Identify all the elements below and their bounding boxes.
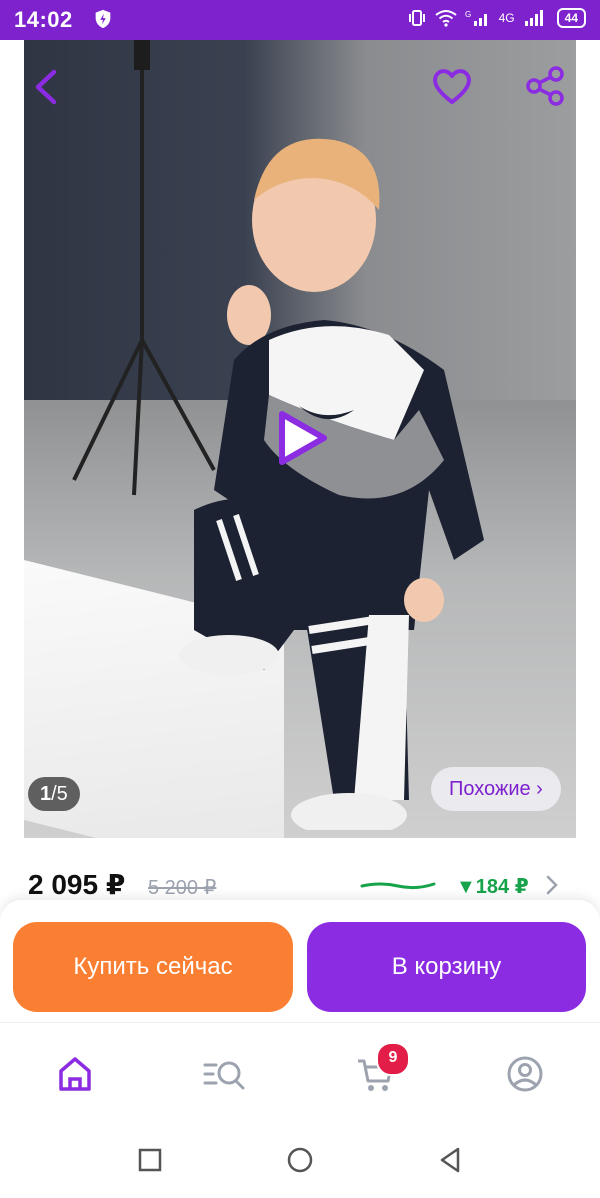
image-counter: 1/5	[28, 777, 80, 811]
vibrate-icon	[408, 10, 425, 26]
similar-button[interactable]: Похожие ›	[431, 767, 561, 811]
wifi-icon	[435, 10, 457, 27]
back-arrow-icon[interactable]	[30, 68, 64, 106]
buy-now-button[interactable]: Купить сейчас	[13, 922, 293, 1012]
back-triangle-icon[interactable]	[434, 1144, 466, 1176]
status-indicators: G 4G 44	[407, 8, 586, 28]
svg-text:G: G	[465, 10, 471, 19]
play-icon[interactable]	[274, 408, 330, 468]
recent-apps-icon[interactable]	[134, 1144, 166, 1176]
status-bar: 14:02 G 4G 44	[0, 0, 600, 40]
battery-icon: 44	[556, 8, 586, 28]
home-circle-icon[interactable]	[284, 1144, 316, 1176]
home-icon[interactable]	[50, 1051, 100, 1097]
image-counter-current: 1	[40, 783, 52, 805]
action-panel: Купить сейчас В корзину	[0, 900, 600, 1022]
product-image[interactable]: 1/5 Похожие ›	[24, 40, 576, 838]
status-time: 14:02	[14, 7, 73, 32]
signal-icon-2	[524, 10, 543, 26]
catalog-search-icon[interactable]	[200, 1051, 250, 1097]
old-price: 5 200 ₽	[148, 877, 217, 899]
image-counter-total: /5	[51, 783, 68, 805]
shield-icon	[95, 9, 111, 29]
price-drop: ▼184 ₽	[456, 876, 529, 898]
share-icon[interactable]	[524, 66, 568, 106]
profile-icon[interactable]	[500, 1051, 550, 1097]
network-type: 4G	[498, 11, 515, 25]
bottom-nav	[0, 1022, 600, 1123]
add-to-cart-button[interactable]: В корзину	[307, 922, 586, 1012]
heart-icon[interactable]	[430, 66, 474, 106]
price-trend-icon	[360, 882, 436, 890]
signal-icon: G	[465, 10, 487, 26]
system-nav-bar	[0, 1122, 600, 1198]
chevron-right-icon[interactable]	[544, 874, 560, 896]
cart-badge: 9	[376, 1042, 410, 1076]
child-tracksuit-illustration	[179, 138, 484, 830]
current-price: 2 095 ₽	[28, 869, 126, 900]
